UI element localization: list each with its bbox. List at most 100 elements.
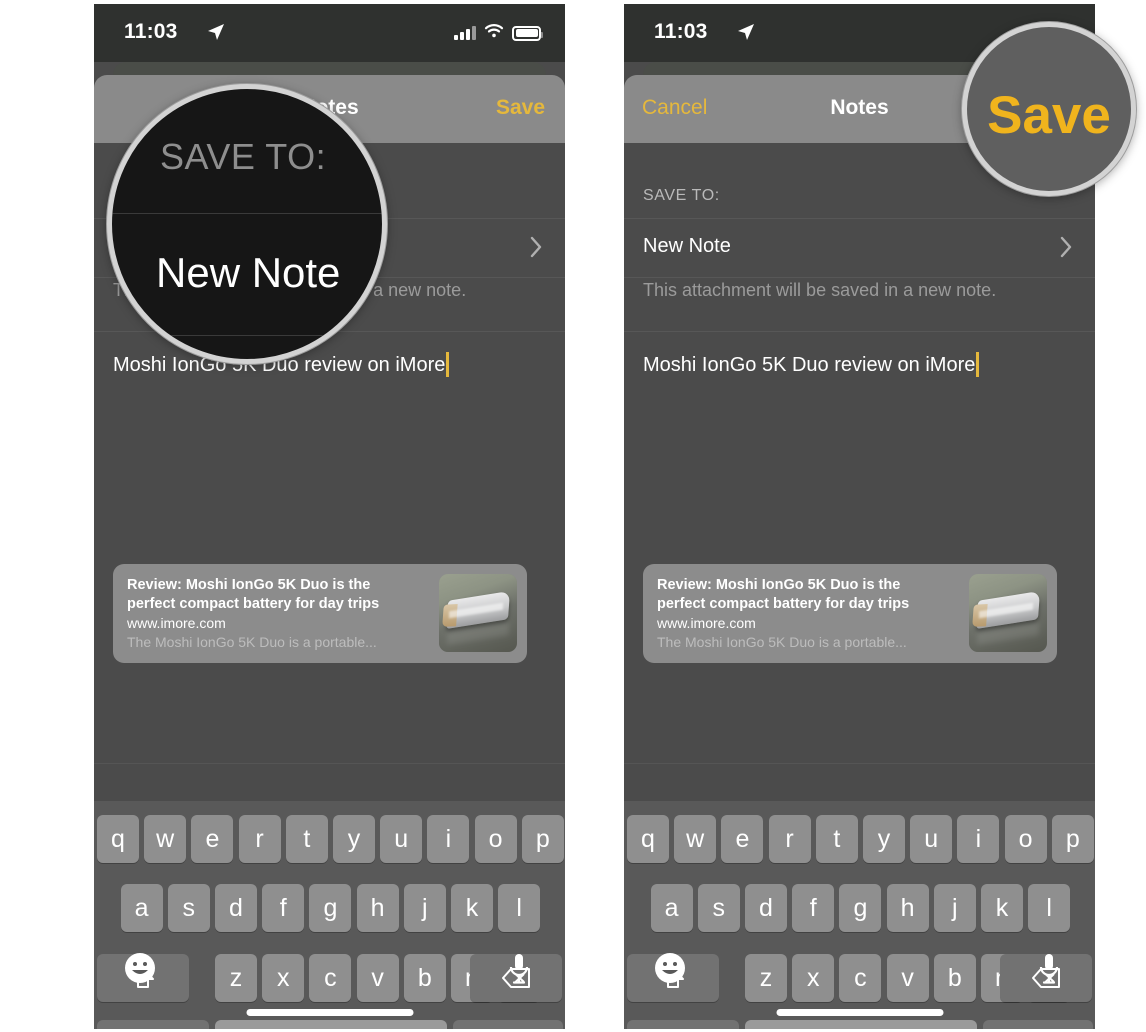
- key-h[interactable]: h: [886, 884, 929, 932]
- key-x[interactable]: x: [792, 954, 835, 1002]
- key-w[interactable]: w: [144, 815, 187, 863]
- divider: [168, 335, 382, 336]
- emoji-key[interactable]: [654, 952, 686, 984]
- key-i[interactable]: i: [957, 815, 1000, 863]
- top-border: [94, 0, 565, 4]
- dictation-key[interactable]: [1036, 952, 1062, 986]
- key-y[interactable]: y: [333, 815, 375, 863]
- key-a[interactable]: a: [650, 884, 693, 932]
- key-p[interactable]: p: [1051, 815, 1094, 863]
- key-p[interactable]: p: [521, 815, 564, 863]
- key-y[interactable]: y: [863, 815, 905, 863]
- key-w[interactable]: w: [674, 815, 717, 863]
- key-l[interactable]: l: [1028, 884, 1071, 932]
- callout-save-label: Save: [987, 86, 1111, 145]
- key-l[interactable]: l: [498, 884, 541, 932]
- key-c[interactable]: c: [309, 954, 352, 1002]
- divider: [624, 763, 1095, 764]
- dictation-key[interactable]: [506, 952, 532, 986]
- divider: [112, 213, 382, 214]
- key-a[interactable]: a: [120, 884, 163, 932]
- home-indicator: [246, 1009, 413, 1016]
- save-button[interactable]: Save: [496, 96, 545, 120]
- key-s[interactable]: s: [697, 884, 740, 932]
- key-b[interactable]: b: [933, 954, 976, 1002]
- battery-pack-photo: [439, 574, 517, 652]
- link-title: Review: Moshi IonGo 5K Duo is the perfec…: [657, 577, 910, 612]
- text-caret: [446, 352, 450, 377]
- key-s[interactable]: s: [167, 884, 210, 932]
- key-e[interactable]: e: [721, 815, 764, 863]
- top-border: [624, 0, 1095, 4]
- software-keyboard: qwertyuiop asdfghjkl zxcvbnm 123 space r…: [94, 763, 565, 1032]
- key-o[interactable]: o: [1004, 815, 1047, 863]
- note-text-field[interactable]: Moshi IonGo 5K Duo review on iMore: [643, 352, 980, 377]
- key-f[interactable]: f: [262, 884, 305, 932]
- destination-row[interactable]: New Note: [624, 219, 1095, 277]
- key-c[interactable]: c: [839, 954, 882, 1002]
- status-time: 11:03: [654, 20, 708, 43]
- key-v[interactable]: v: [356, 954, 399, 1002]
- key-k[interactable]: k: [451, 884, 493, 932]
- key-g[interactable]: g: [839, 884, 882, 932]
- key-v[interactable]: v: [886, 954, 929, 1002]
- key-r[interactable]: r: [238, 815, 281, 863]
- key-i[interactable]: i: [427, 815, 470, 863]
- callout-save-to-label: SAVE TO:: [160, 136, 327, 177]
- link-preview-card[interactable]: Review: Moshi IonGo 5K Duo is the perfec…: [643, 564, 1057, 663]
- key-z[interactable]: z: [215, 954, 257, 1002]
- home-indicator: [776, 1009, 943, 1016]
- status-time: 11:03: [124, 20, 178, 43]
- note-text-value: Moshi IonGo 5K Duo review on iMore: [643, 354, 976, 376]
- link-url: www.imore.com: [657, 615, 756, 631]
- save-to-label: SAVE TO:: [643, 187, 720, 204]
- key-o[interactable]: o: [474, 815, 517, 863]
- status-bar: 11:03: [94, 4, 565, 62]
- link-title: Review: Moshi IonGo 5K Duo is the perfec…: [127, 577, 380, 612]
- callout-new-note-label: New Note: [156, 249, 341, 296]
- smiley-emoji-icon: [654, 953, 686, 988]
- key-j[interactable]: j: [403, 884, 446, 932]
- key-g[interactable]: g: [309, 884, 352, 932]
- key-q[interactable]: q: [97, 815, 139, 863]
- key-j[interactable]: j: [933, 884, 976, 932]
- key-f[interactable]: f: [792, 884, 835, 932]
- key-e[interactable]: e: [191, 815, 234, 863]
- phone-screenshot-left: 11:03 Notes Save SAVE TO: New Note: [94, 0, 565, 1032]
- key-z[interactable]: z: [745, 954, 787, 1002]
- divider: [94, 763, 565, 764]
- link-url: www.imore.com: [127, 615, 226, 631]
- key-b[interactable]: b: [403, 954, 446, 1002]
- wifi-icon: [484, 23, 504, 43]
- emoji-key[interactable]: [124, 952, 156, 984]
- destination-label: New Note: [643, 235, 731, 257]
- key-r[interactable]: r: [768, 815, 811, 863]
- key-k[interactable]: k: [981, 884, 1023, 932]
- key-u[interactable]: u: [380, 815, 423, 863]
- divider: [624, 277, 1095, 278]
- chevron-right-icon: [530, 236, 543, 258]
- link-preview-card[interactable]: Review: Moshi IonGo 5K Duo is the perfec…: [113, 564, 527, 663]
- cellular-bars-icon: [454, 26, 476, 40]
- key-x[interactable]: x: [262, 954, 305, 1002]
- key-u[interactable]: u: [910, 815, 953, 863]
- chevron-right-icon: [1060, 236, 1073, 258]
- key-d[interactable]: d: [215, 884, 257, 932]
- smiley-emoji-icon: [124, 953, 156, 988]
- microphone-icon: [506, 954, 532, 990]
- status-indicators: [454, 23, 543, 43]
- battery-pack-photo: [969, 574, 1047, 652]
- software-keyboard: qwertyuiop asdfghjkl zxcvbnm 123 space r…: [624, 763, 1095, 1032]
- key-t[interactable]: t: [815, 815, 858, 863]
- microphone-icon: [1036, 954, 1062, 990]
- key-d[interactable]: d: [745, 884, 787, 932]
- divider: [624, 331, 1095, 332]
- text-caret: [976, 352, 980, 377]
- callout-magnifier-save-button: Save: [962, 22, 1136, 196]
- key-h[interactable]: h: [356, 884, 399, 932]
- link-description: The Moshi IonGo 5K Duo is a portable...: [127, 634, 377, 650]
- key-t[interactable]: t: [285, 815, 328, 863]
- share-sheet-content: SAVE TO: New Note This attachment will b…: [624, 143, 1095, 1032]
- callout-magnifier-save-to: SAVE TO: New Note: [107, 84, 387, 364]
- key-q[interactable]: q: [627, 815, 669, 863]
